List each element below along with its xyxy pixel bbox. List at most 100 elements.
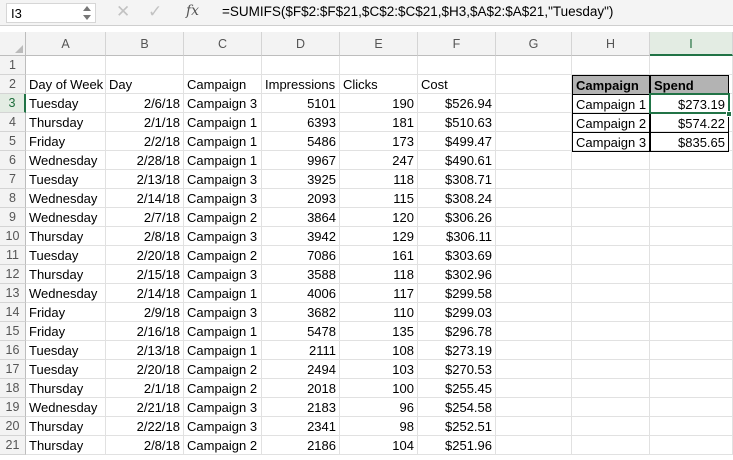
cell-g5[interactable] <box>496 132 572 151</box>
cell-c16[interactable]: Campaign 1 <box>184 341 262 360</box>
summary-cell-spend-2[interactable]: $574.22 <box>650 113 729 133</box>
cell-h19[interactable] <box>572 398 650 417</box>
cell-f16[interactable]: $273.19 <box>418 341 496 360</box>
cell-a5[interactable]: Friday <box>26 132 106 151</box>
row-header-18[interactable]: 18 <box>0 379 26 398</box>
cell-b7[interactable]: 2/13/18 <box>106 170 184 189</box>
cell-e14[interactable]: 110 <box>340 303 418 322</box>
cell-a11[interactable]: Tuesday <box>26 246 106 265</box>
cell-i14[interactable] <box>650 303 733 322</box>
column-header-f[interactable]: F <box>418 32 496 56</box>
cancel-x-icon[interactable]: ✕ <box>116 2 130 22</box>
cell-f18[interactable]: $255.45 <box>418 379 496 398</box>
cell-h15[interactable] <box>572 322 650 341</box>
cell-b18[interactable]: 2/1/18 <box>106 379 184 398</box>
insert-function-fx-icon[interactable]: fx <box>186 3 199 19</box>
cell-f9[interactable]: $306.26 <box>418 208 496 227</box>
cell-e10[interactable]: 129 <box>340 227 418 246</box>
cell-c1[interactable] <box>184 56 262 75</box>
cell-g18[interactable] <box>496 379 572 398</box>
cell-e13[interactable]: 117 <box>340 284 418 303</box>
cell-f14[interactable]: $299.03 <box>418 303 496 322</box>
column-header-h[interactable]: H <box>572 32 650 56</box>
cell-a20[interactable]: Thursday <box>26 417 106 436</box>
row-header-17[interactable]: 17 <box>0 360 26 379</box>
cell-g17[interactable] <box>496 360 572 379</box>
cell-f4[interactable]: $510.63 <box>418 113 496 132</box>
cell-c6[interactable]: Campaign 1 <box>184 151 262 170</box>
row-header-5[interactable]: 5 <box>0 132 26 151</box>
cell-g10[interactable] <box>496 227 572 246</box>
row-header-6[interactable]: 6 <box>0 151 26 170</box>
cell-d10[interactable]: 3942 <box>262 227 340 246</box>
cell-g20[interactable] <box>496 417 572 436</box>
cell-a2[interactable]: Day of Week <box>26 75 106 94</box>
row-header-21[interactable]: 21 <box>0 436 26 455</box>
cell-a10[interactable]: Thursday <box>26 227 106 246</box>
cell-a9[interactable]: Wednesday <box>26 208 106 227</box>
summary-cell-spend-3[interactable]: $835.65 <box>650 132 729 152</box>
formula-input[interactable]: =SUMIFS($F$2:$F$21,$C$2:$C$21,$H3,$A$2:$… <box>222 4 613 19</box>
cell-b6[interactable]: 2/28/18 <box>106 151 184 170</box>
cell-i16[interactable] <box>650 341 733 360</box>
cell-g19[interactable] <box>496 398 572 417</box>
cell-i18[interactable] <box>650 379 733 398</box>
cell-a12[interactable]: Thursday <box>26 265 106 284</box>
cell-d5[interactable]: 5486 <box>262 132 340 151</box>
cell-b5[interactable]: 2/2/18 <box>106 132 184 151</box>
cell-d18[interactable]: 2018 <box>262 379 340 398</box>
cell-i9[interactable] <box>650 208 733 227</box>
cell-f2[interactable]: Cost <box>418 75 496 94</box>
cell-c17[interactable]: Campaign 2 <box>184 360 262 379</box>
cell-b12[interactable]: 2/15/18 <box>106 265 184 284</box>
cell-i19[interactable] <box>650 398 733 417</box>
cell-i6[interactable] <box>650 151 733 170</box>
cell-h7[interactable] <box>572 170 650 189</box>
cell-d15[interactable]: 5478 <box>262 322 340 341</box>
summary-cell-campaign-2[interactable]: Campaign 2 <box>572 113 650 133</box>
row-header-2[interactable]: 2 <box>0 75 26 94</box>
enter-check-icon[interactable]: ✓ <box>148 2 162 22</box>
cell-i17[interactable] <box>650 360 733 379</box>
cell-e15[interactable]: 135 <box>340 322 418 341</box>
cell-f3[interactable]: $526.94 <box>418 94 496 113</box>
cell-c21[interactable]: Campaign 2 <box>184 436 262 455</box>
cell-d16[interactable]: 2111 <box>262 341 340 360</box>
cell-e9[interactable]: 120 <box>340 208 418 227</box>
cell-d6[interactable]: 9967 <box>262 151 340 170</box>
cell-h17[interactable] <box>572 360 650 379</box>
cell-e6[interactable]: 247 <box>340 151 418 170</box>
cell-e11[interactable]: 161 <box>340 246 418 265</box>
row-header-20[interactable]: 20 <box>0 417 26 436</box>
cell-b11[interactable]: 2/20/18 <box>106 246 184 265</box>
cell-b13[interactable]: 2/14/18 <box>106 284 184 303</box>
column-header-a[interactable]: A <box>26 32 106 56</box>
cell-c14[interactable]: Campaign 3 <box>184 303 262 322</box>
cell-i1[interactable] <box>650 56 733 75</box>
cell-e5[interactable]: 173 <box>340 132 418 151</box>
cell-a21[interactable]: Thursday <box>26 436 106 455</box>
cell-c8[interactable]: Campaign 3 <box>184 189 262 208</box>
cell-i12[interactable] <box>650 265 733 284</box>
cell-b9[interactable]: 2/7/18 <box>106 208 184 227</box>
row-header-1[interactable]: 1 <box>0 56 26 75</box>
cell-g11[interactable] <box>496 246 572 265</box>
cell-h1[interactable] <box>572 56 650 75</box>
cell-b16[interactable]: 2/13/18 <box>106 341 184 360</box>
cell-a18[interactable]: Thursday <box>26 379 106 398</box>
cell-h9[interactable] <box>572 208 650 227</box>
cell-e12[interactable]: 118 <box>340 265 418 284</box>
row-header-12[interactable]: 12 <box>0 265 26 284</box>
cell-g6[interactable] <box>496 151 572 170</box>
cell-e3[interactable]: 190 <box>340 94 418 113</box>
select-all-corner[interactable] <box>0 32 26 56</box>
cell-c2[interactable]: Campaign <box>184 75 262 94</box>
cell-g16[interactable] <box>496 341 572 360</box>
cell-c10[interactable]: Campaign 3 <box>184 227 262 246</box>
cell-c19[interactable]: Campaign 3 <box>184 398 262 417</box>
cell-d19[interactable]: 2183 <box>262 398 340 417</box>
cell-f11[interactable]: $303.69 <box>418 246 496 265</box>
row-header-14[interactable]: 14 <box>0 303 26 322</box>
cell-d3[interactable]: 5101 <box>262 94 340 113</box>
cell-g14[interactable] <box>496 303 572 322</box>
